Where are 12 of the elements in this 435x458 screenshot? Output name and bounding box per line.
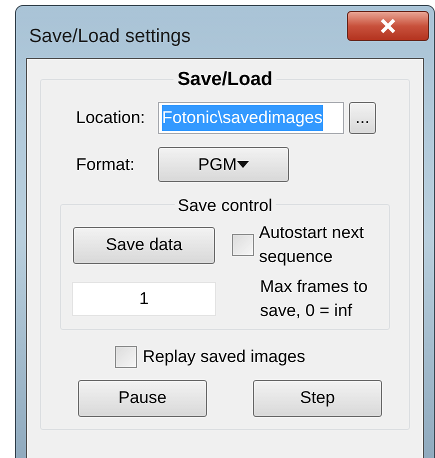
max-frames-field[interactable]: 1 bbox=[72, 282, 216, 316]
autostart-label: Autostart next sequence bbox=[259, 222, 365, 268]
window-title: Save/Load settings bbox=[29, 25, 191, 49]
max-frames-label: Max frames to save, 0 = inf bbox=[260, 276, 369, 322]
pause-button[interactable]: Pause bbox=[78, 380, 207, 416]
location-label: Location: bbox=[76, 107, 146, 130]
replay-label: Replay saved images bbox=[142, 346, 306, 368]
format-dropdown[interactable]: PGM bbox=[158, 147, 289, 182]
format-label: Format: bbox=[76, 154, 136, 176]
step-button[interactable]: Step bbox=[253, 380, 382, 416]
save-data-button[interactable]: Save data bbox=[73, 226, 215, 264]
browse-button[interactable]: ... bbox=[349, 102, 376, 134]
